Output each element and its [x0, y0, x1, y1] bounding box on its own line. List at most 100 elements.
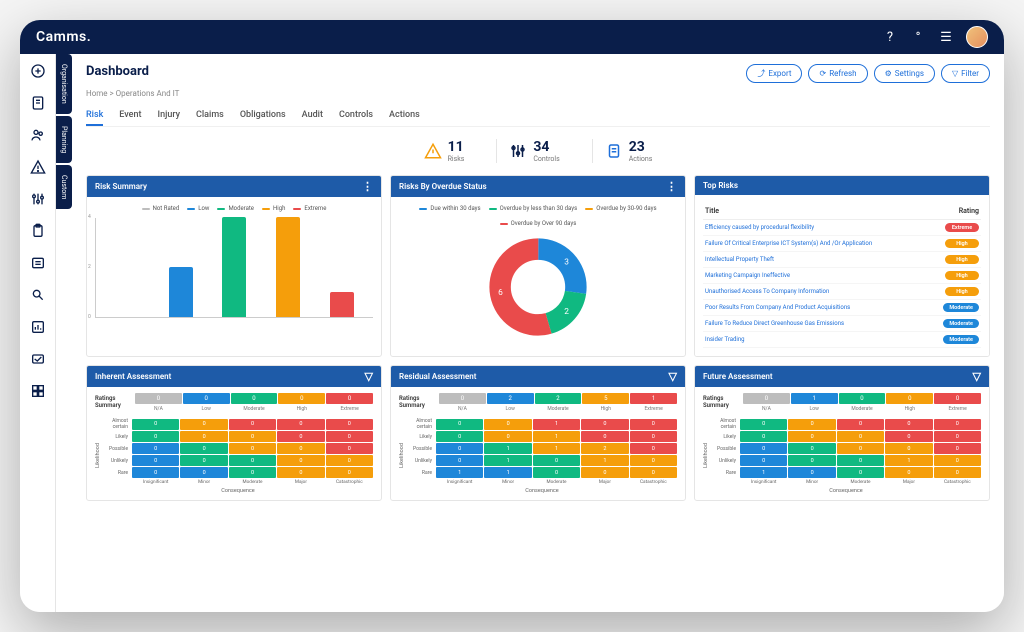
- matrix-cell[interactable]: 0: [533, 467, 580, 478]
- menu-icon[interactable]: ☰: [938, 29, 954, 45]
- matrix-cell[interactable]: 0: [630, 419, 677, 430]
- matrix-cell[interactable]: 0: [326, 443, 373, 454]
- matrix-cell[interactable]: 0: [277, 455, 324, 466]
- risk-link[interactable]: Failure Of Critical Enterprise ICT Syste…: [705, 240, 945, 247]
- breadcrumb[interactable]: Home > Operations And IT: [86, 89, 990, 98]
- risk-link[interactable]: Marketing Campaign Ineffective: [705, 272, 945, 279]
- matrix-cell[interactable]: 1: [533, 443, 580, 454]
- matrix-cell[interactable]: 0: [180, 443, 227, 454]
- matrix-cell[interactable]: 0: [837, 419, 884, 430]
- matrix-cell[interactable]: 0: [885, 419, 932, 430]
- matrix-cell[interactable]: 0: [229, 431, 276, 442]
- matrix-cell[interactable]: 0: [837, 443, 884, 454]
- document-icon[interactable]: [29, 94, 47, 112]
- matrix-cell[interactable]: 0: [326, 419, 373, 430]
- matrix-cell[interactable]: 0: [934, 431, 981, 442]
- chart-icon[interactable]: [29, 318, 47, 336]
- matrix-cell[interactable]: 0: [630, 467, 677, 478]
- help-icon[interactable]: ?: [882, 29, 898, 45]
- matrix-cell[interactable]: 0: [581, 467, 628, 478]
- tab-claims[interactable]: Claims: [196, 106, 224, 126]
- matrix-cell[interactable]: 0: [484, 431, 531, 442]
- matrix-cell[interactable]: 0: [788, 455, 835, 466]
- matrix-cell[interactable]: 1: [484, 467, 531, 478]
- matrix-cell[interactable]: 0: [277, 467, 324, 478]
- refresh-button[interactable]: ⟳Refresh: [808, 64, 867, 83]
- more-icon[interactable]: ⋮: [666, 181, 677, 192]
- avatar[interactable]: [966, 26, 988, 48]
- matrix-cell[interactable]: 0: [934, 467, 981, 478]
- funnel-icon[interactable]: ▽: [669, 371, 677, 382]
- vert-tab-organisation[interactable]: Organisation: [56, 54, 72, 114]
- sliders-icon[interactable]: [29, 190, 47, 208]
- matrix-cell[interactable]: 0: [740, 455, 787, 466]
- funnel-icon[interactable]: ▽: [973, 371, 981, 382]
- matrix-cell[interactable]: 0: [581, 431, 628, 442]
- clipboard-icon[interactable]: [29, 222, 47, 240]
- matrix-cell[interactable]: 0: [132, 443, 179, 454]
- matrix-cell[interactable]: 0: [436, 431, 483, 442]
- matrix-cell[interactable]: 0: [788, 431, 835, 442]
- matrix-cell[interactable]: 0: [436, 455, 483, 466]
- matrix-cell[interactable]: 0: [180, 431, 227, 442]
- matrix-cell[interactable]: 0: [934, 455, 981, 466]
- matrix-cell[interactable]: 1: [533, 431, 580, 442]
- matrix-cell[interactable]: 0: [326, 467, 373, 478]
- warning-icon[interactable]: [29, 158, 47, 176]
- matrix-cell[interactable]: 0: [740, 443, 787, 454]
- matrix-cell[interactable]: 0: [132, 419, 179, 430]
- matrix-cell[interactable]: 0: [436, 419, 483, 430]
- risk-link[interactable]: Efficiency caused by procedural flexibil…: [705, 224, 945, 231]
- users-icon[interactable]: [29, 126, 47, 144]
- matrix-cell[interactable]: 0: [484, 419, 531, 430]
- vert-tab-planning[interactable]: Planning: [56, 116, 72, 163]
- add-icon[interactable]: [29, 62, 47, 80]
- matrix-cell[interactable]: 0: [740, 419, 787, 430]
- matrix-cell[interactable]: 0: [277, 419, 324, 430]
- matrix-cell[interactable]: 0: [132, 467, 179, 478]
- matrix-cell[interactable]: 0: [788, 443, 835, 454]
- matrix-cell[interactable]: 1: [581, 455, 628, 466]
- matrix-cell[interactable]: 0: [885, 467, 932, 478]
- matrix-cell[interactable]: 1: [484, 443, 531, 454]
- matrix-cell[interactable]: 0: [132, 455, 179, 466]
- matrix-cell[interactable]: 0: [630, 443, 677, 454]
- matrix-cell[interactable]: 0: [837, 467, 884, 478]
- matrix-cell[interactable]: 0: [436, 443, 483, 454]
- notifications-icon[interactable]: °: [910, 29, 926, 45]
- matrix-cell[interactable]: 0: [180, 419, 227, 430]
- matrix-cell[interactable]: 1: [740, 467, 787, 478]
- tab-injury[interactable]: Injury: [158, 106, 181, 126]
- risk-link[interactable]: Insider Trading: [705, 336, 943, 343]
- tab-controls[interactable]: Controls: [339, 106, 373, 126]
- settings-button[interactable]: ⚙Settings: [874, 64, 935, 83]
- risk-link[interactable]: Failure To Reduce Direct Greenhouse Gas …: [705, 320, 943, 327]
- matrix-cell[interactable]: 0: [533, 455, 580, 466]
- matrix-cell[interactable]: 0: [788, 467, 835, 478]
- tab-actions[interactable]: Actions: [389, 106, 420, 126]
- risk-link[interactable]: Unauthorised Access To Company Informati…: [705, 288, 945, 295]
- more-icon[interactable]: ⋮: [362, 181, 373, 192]
- matrix-cell[interactable]: 0: [934, 419, 981, 430]
- grid-icon[interactable]: [29, 382, 47, 400]
- filter-button[interactable]: ▽Filter: [941, 64, 990, 83]
- matrix-cell[interactable]: 0: [630, 431, 677, 442]
- matrix-cell[interactable]: 1: [484, 455, 531, 466]
- matrix-cell[interactable]: 1: [885, 455, 932, 466]
- matrix-cell[interactable]: 0: [326, 431, 373, 442]
- risk-link[interactable]: Poor Results From Company And Product Ac…: [705, 304, 943, 311]
- matrix-cell[interactable]: 0: [581, 419, 628, 430]
- matrix-cell[interactable]: 0: [788, 419, 835, 430]
- matrix-cell[interactable]: 0: [885, 443, 932, 454]
- export-button[interactable]: ⤴Export: [746, 64, 802, 83]
- matrix-cell[interactable]: 0: [229, 455, 276, 466]
- matrix-cell[interactable]: 0: [229, 419, 276, 430]
- search-doc-icon[interactable]: [29, 286, 47, 304]
- matrix-cell[interactable]: 1: [533, 419, 580, 430]
- matrix-cell[interactable]: 0: [934, 443, 981, 454]
- matrix-cell[interactable]: 1: [436, 467, 483, 478]
- matrix-cell[interactable]: 0: [630, 455, 677, 466]
- message-icon[interactable]: [29, 350, 47, 368]
- matrix-cell[interactable]: 0: [229, 467, 276, 478]
- matrix-cell[interactable]: 0: [837, 455, 884, 466]
